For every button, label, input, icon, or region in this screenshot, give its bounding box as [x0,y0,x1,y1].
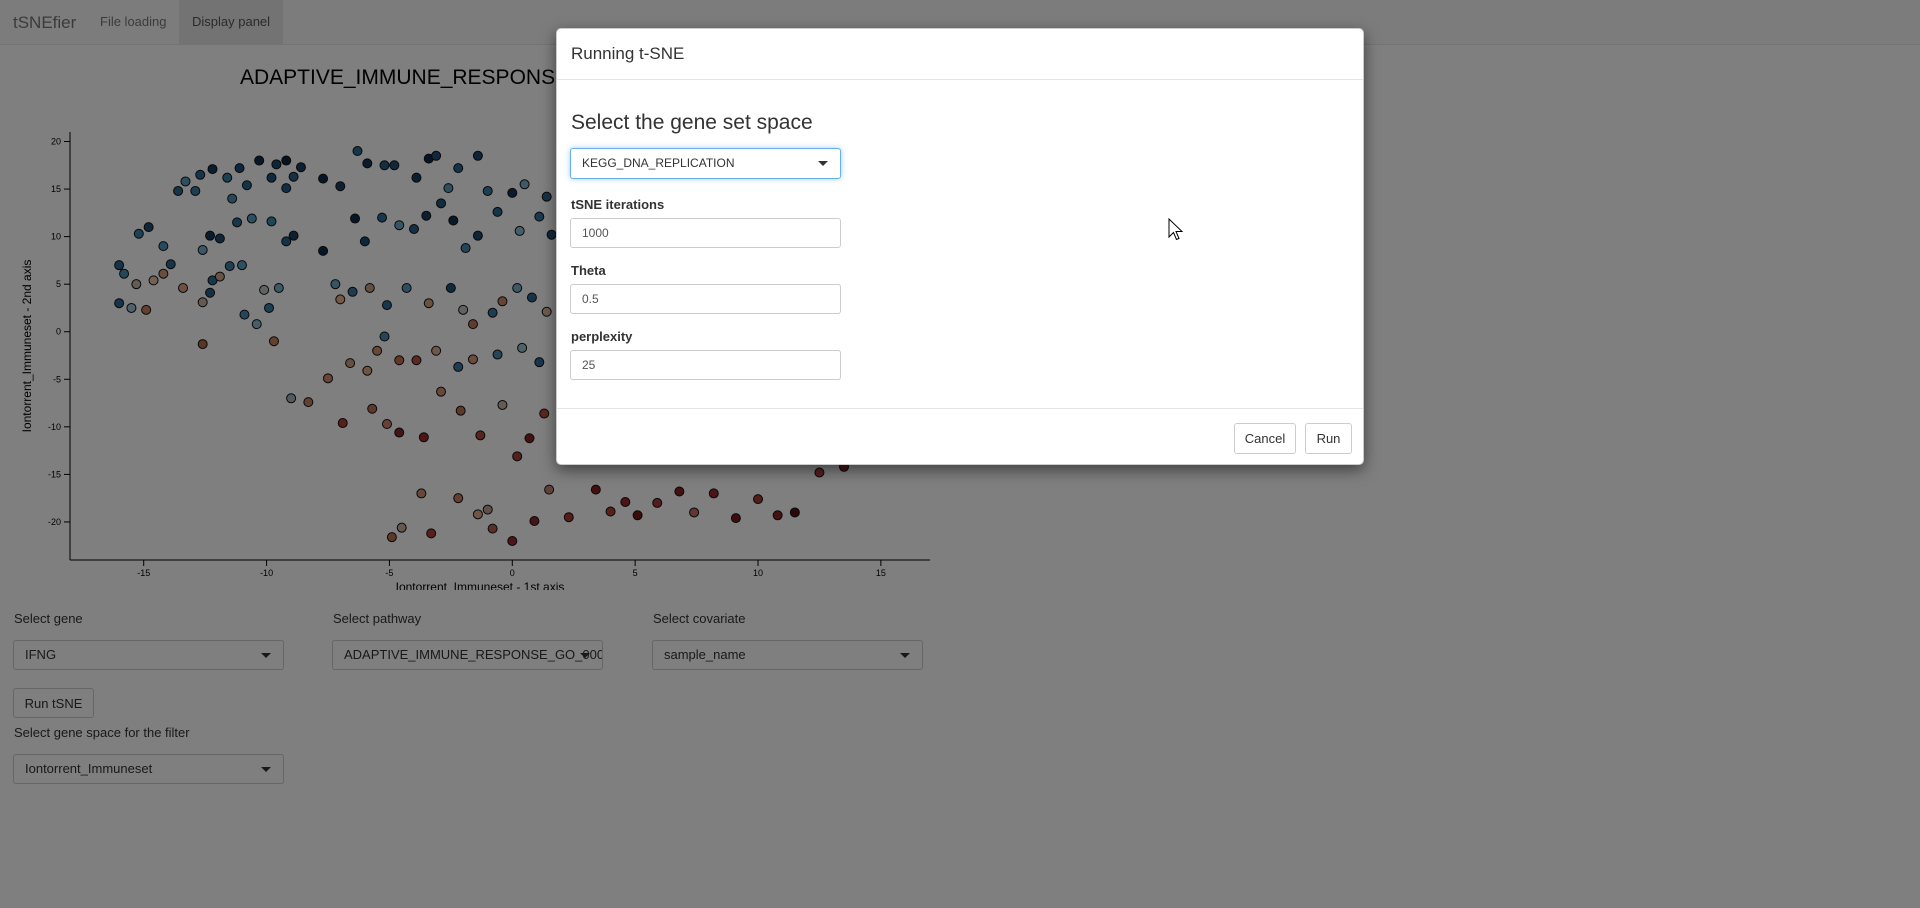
run-tsne-modal: Running t-SNE Select the gene set space … [556,28,1364,465]
chevron-down-icon [818,161,828,166]
gene-set-select[interactable]: KEGG_DNA_REPLICATION [570,148,841,179]
gene-set-select-value: KEGG_DNA_REPLICATION [582,156,735,170]
iterations-input[interactable]: 1000 [570,218,841,248]
gene-set-heading: Select the gene set space [571,111,813,134]
cancel-button[interactable]: Cancel [1234,423,1296,454]
modal-title: Running t-SNE [571,44,685,63]
modal-footer-divider [557,408,1363,409]
run-button[interactable]: Run [1305,423,1352,454]
iterations-label: tSNE iterations [571,197,665,212]
perplexity-label: perplexity [571,329,633,344]
modal-header: Running t-SNE [557,29,1363,80]
theta-input[interactable]: 0.5 [570,284,841,314]
theta-label: Theta [571,263,606,278]
perplexity-input[interactable]: 25 [570,350,841,380]
mouse-cursor-icon [1168,218,1184,241]
